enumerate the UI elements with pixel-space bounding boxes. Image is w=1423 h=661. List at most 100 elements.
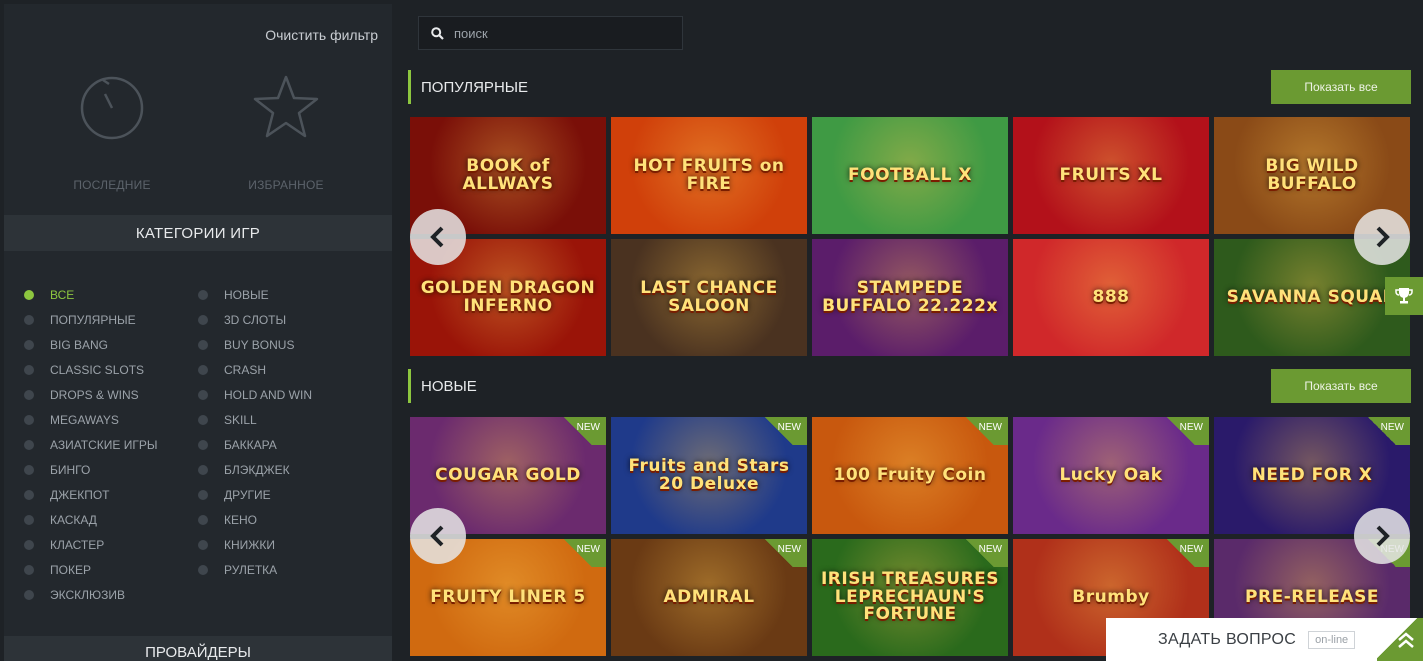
category-item[interactable]: MEGAWAYS xyxy=(24,407,198,432)
category-item[interactable]: ПОПУЛЯРНЫЕ xyxy=(24,307,198,332)
new-next-arrow[interactable] xyxy=(1354,508,1410,564)
new-badge-label: NEW xyxy=(1179,544,1203,555)
new-badge-label: NEW xyxy=(978,422,1002,433)
category-item[interactable]: ДЖЕКПОТ xyxy=(24,482,198,507)
game-title: LAST CHANCE SALOON xyxy=(640,277,778,316)
category-item[interactable]: БИНГО xyxy=(24,457,198,482)
new-section-title: НОВЫЕ xyxy=(408,369,477,403)
category-label: CRASH xyxy=(224,362,267,377)
category-label: DROPS & WINS xyxy=(50,387,139,402)
ask-question-widget[interactable]: ЗАДАТЬ ВОПРОС on-line xyxy=(1106,618,1423,661)
game-title: COUGAR GOLD xyxy=(435,464,581,485)
category-item[interactable]: КЛАСТЕР xyxy=(24,532,198,557)
category-item[interactable]: КАСКАД xyxy=(24,507,198,532)
category-item[interactable]: РУЛЕТКА xyxy=(198,557,372,582)
clear-filter-link[interactable]: Очистить фильтр xyxy=(265,27,378,43)
recent-label: ПОСЛЕДНИЕ xyxy=(73,178,151,192)
new-prev-arrow[interactable] xyxy=(410,508,466,564)
game-tile[interactable]: HOT FRUITS on FIRE xyxy=(611,117,807,234)
game-title: Lucky Oak xyxy=(1059,464,1163,485)
star-icon xyxy=(253,75,319,138)
category-dot xyxy=(198,289,208,300)
game-tile[interactable]: Fruits and Stars 20 Deluxe NEW xyxy=(611,417,807,534)
new-badge: NEW xyxy=(1354,417,1410,445)
category-dot xyxy=(24,364,34,375)
category-label: ПОКЕР xyxy=(50,562,91,577)
game-tile[interactable]: 888 xyxy=(1013,239,1209,356)
category-item[interactable]: CRASH xyxy=(198,357,372,382)
category-list: ВСЕ НОВЫЕ ПОПУЛЯРНЫЕ 3D СЛОТЫ BIG BANG BUY BO… xyxy=(24,282,384,607)
new-badge-label: NEW xyxy=(777,422,801,433)
new-badge: NEW xyxy=(550,539,606,567)
providers-header[interactable]: ПРОВАЙДЕРЫ xyxy=(4,636,392,661)
recent-games-button[interactable]: ПОСЛЕДНИЕ xyxy=(62,74,162,192)
category-dot xyxy=(198,489,208,500)
tournaments-button[interactable] xyxy=(1385,277,1423,315)
category-label: КНИЖКИ xyxy=(224,537,275,552)
game-title: NEED FOR X xyxy=(1251,464,1373,485)
category-label: БЛЭКДЖЕК xyxy=(224,462,290,477)
category-label: ПОПУЛЯРНЫЕ xyxy=(50,312,136,327)
category-item[interactable]: АЗИАТСКИЕ ИГРЫ xyxy=(24,432,198,457)
game-title: FRUITS XL xyxy=(1059,164,1163,185)
new-badge-label: NEW xyxy=(1179,422,1203,433)
game-tile[interactable]: Lucky Oak NEW xyxy=(1013,417,1209,534)
category-item[interactable]: HOLD AND WIN xyxy=(198,382,372,407)
new-show-all-button[interactable]: Показать все xyxy=(1271,369,1411,403)
category-item[interactable]: 3D СЛОТЫ xyxy=(198,307,372,332)
new-badge: NEW xyxy=(1153,539,1209,567)
game-tile[interactable]: FOOTBALL X xyxy=(812,117,1008,234)
category-item[interactable]: КЕНО xyxy=(198,507,372,532)
category-item[interactable]: ВСЕ xyxy=(24,282,198,307)
category-label: БИНГО xyxy=(50,462,91,477)
category-item[interactable]: SKILL xyxy=(198,407,372,432)
category-dot xyxy=(24,564,34,575)
category-dot xyxy=(24,514,34,525)
game-tile[interactable]: FRUITS XL xyxy=(1013,117,1209,234)
new-badge-label: NEW xyxy=(1380,422,1404,433)
category-dot xyxy=(24,389,34,400)
ask-question-label: ЗАДАТЬ ВОПРОС xyxy=(1158,630,1297,648)
category-dot xyxy=(24,489,34,500)
game-title: STAMPEDE BUFFALO 22.222x xyxy=(822,277,998,316)
popular-next-arrow[interactable] xyxy=(1354,209,1410,265)
category-label: БАККАРА xyxy=(224,437,277,452)
popular-prev-arrow[interactable] xyxy=(410,209,466,265)
search-input[interactable] xyxy=(454,25,654,41)
category-item[interactable]: ПОКЕР xyxy=(24,557,198,582)
game-tile[interactable]: 100 Fruity Coin NEW xyxy=(812,417,1008,534)
category-dot xyxy=(198,389,208,400)
sidebar: Очистить фильтр ПОСЛЕДНИЕ ИЗБРАННОЕ КАТЕ… xyxy=(4,4,392,661)
search-box[interactable] xyxy=(418,16,683,50)
category-label: 3D СЛОТЫ xyxy=(224,312,287,327)
category-item[interactable]: ЭКСКЛЮЗИВ xyxy=(24,582,198,607)
category-item[interactable]: ДРУГИЕ xyxy=(198,482,372,507)
category-label: КАСКАД xyxy=(50,512,97,527)
category-item[interactable]: CLASSIC SLOTS xyxy=(24,357,198,382)
category-item[interactable]: DROPS & WINS xyxy=(24,382,198,407)
categories-header: КАТЕГОРИИ ИГР xyxy=(4,215,392,251)
game-tile[interactable]: IRISH TREASURES LEPRECHAUN'S FORTUNE NEW xyxy=(812,539,1008,656)
category-dot xyxy=(24,464,34,475)
category-item[interactable]: КНИЖКИ xyxy=(198,532,372,557)
favorites-button[interactable]: ИЗБРАННОЕ xyxy=(236,74,336,192)
category-label: SKILL xyxy=(224,412,257,427)
game-tile[interactable]: LAST CHANCE SALOON xyxy=(611,239,807,356)
game-title: 100 Fruity Coin xyxy=(833,464,987,485)
category-dot xyxy=(24,314,34,325)
expand-corner[interactable] xyxy=(1377,618,1423,661)
category-item[interactable]: БАККАРА xyxy=(198,432,372,457)
category-item[interactable]: НОВЫЕ xyxy=(198,282,372,307)
game-tile[interactable]: STAMPEDE BUFFALO 22.222x xyxy=(812,239,1008,356)
game-tile[interactable]: ADMIRAL NEW xyxy=(611,539,807,656)
category-item[interactable]: BUY BONUS xyxy=(198,332,372,357)
popular-show-all-button[interactable]: Показать все xyxy=(1271,70,1411,104)
double-chevron-up-icon xyxy=(1398,632,1414,648)
new-badge-label: NEW xyxy=(777,544,801,555)
new-badge-label: NEW xyxy=(576,544,600,555)
category-label: CLASSIC SLOTS xyxy=(50,362,145,377)
category-item[interactable]: БЛЭКДЖЕК xyxy=(198,457,372,482)
game-title: BIG WILD BUFFALO xyxy=(1265,155,1359,194)
new-badge-label: NEW xyxy=(978,544,1002,555)
category-item[interactable]: BIG BANG xyxy=(24,332,198,357)
